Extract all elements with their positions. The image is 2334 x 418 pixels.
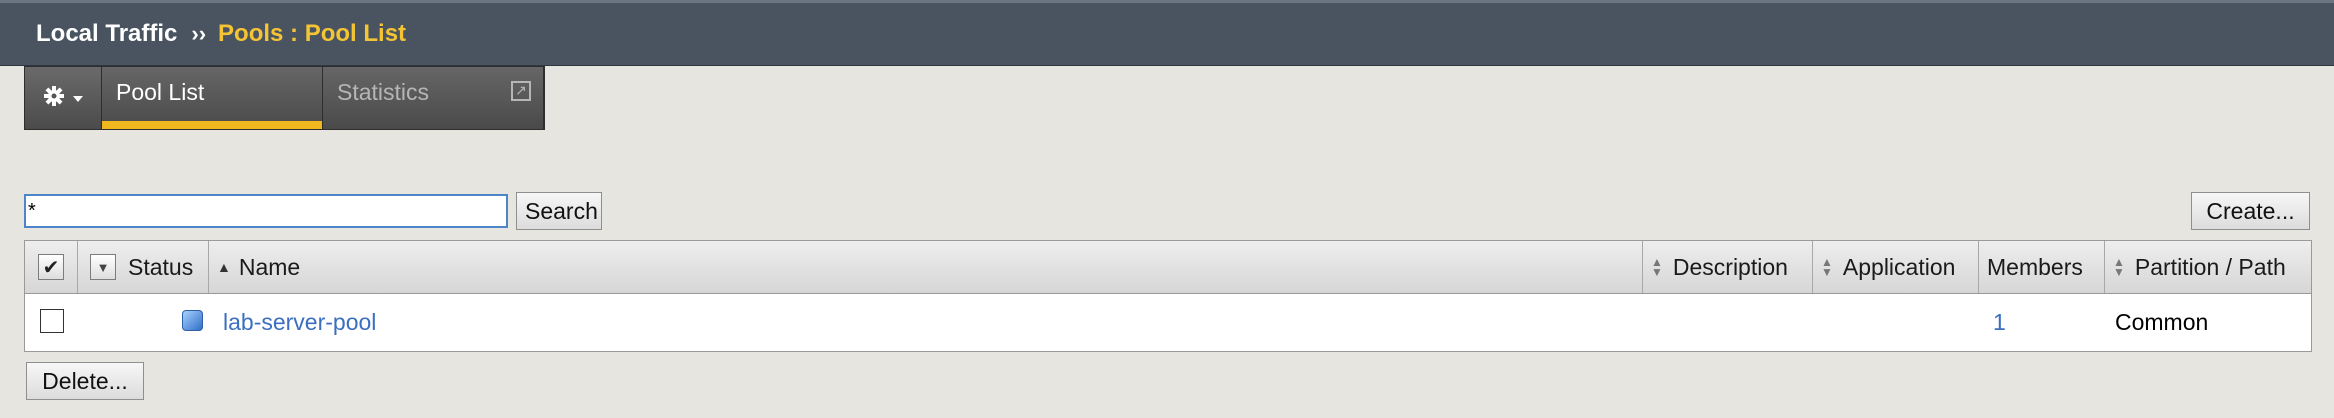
status-cell (78, 294, 209, 351)
options-menu-button[interactable] (25, 67, 102, 129)
status-filter-dropdown-icon[interactable]: ▼ (90, 254, 116, 280)
external-link-icon[interactable]: ↗ (511, 81, 531, 101)
description-header[interactable]: ▲ ▼ Description (1643, 241, 1813, 293)
sort-ascending-icon: ▲ (217, 259, 231, 275)
search-input[interactable] (24, 194, 508, 228)
tab-statistics[interactable]: Statistics ↗ (323, 67, 544, 129)
name-header-label: Name (238, 253, 301, 280)
partition-header[interactable]: ▲ ▼ Partition / Path (2105, 241, 2311, 293)
members-header: Members (1979, 241, 2105, 293)
create-button[interactable]: Create... (2191, 192, 2310, 230)
select-all-header: ✔ (25, 241, 78, 293)
row-checkbox[interactable] (39, 308, 64, 333)
breadcrumb-root[interactable]: Local Traffic (36, 20, 177, 48)
breadcrumb: Local Traffic ›› Pools : Pool List (0, 0, 2334, 66)
status-header-label: Status (128, 253, 194, 280)
description-header-label: Description (1672, 253, 1788, 280)
sort-icon: ▲ ▼ (1651, 255, 1663, 279)
partition-value: Common (2115, 309, 2209, 335)
available-status-icon (182, 310, 203, 331)
tab-label: Statistics (337, 79, 430, 105)
pool-table: ✔ ▼ Status ▲ Name ▲ ▼ Description ▲ ▼ Appl… (24, 240, 2312, 352)
description-cell (1643, 294, 1813, 351)
application-header-label: Application (1842, 253, 1956, 280)
row-select-cell (25, 294, 78, 351)
table-header: ✔ ▼ Status ▲ Name ▲ ▼ Description ▲ ▼ Appl… (25, 241, 2311, 294)
members-count-link[interactable]: 1 (1993, 309, 2006, 336)
application-header[interactable]: ▲ ▼ Application (1813, 241, 1979, 293)
page: Local Traffic ›› Pools : Pool List Pool … (0, 0, 2334, 418)
sort-icon: ▲ ▼ (1821, 255, 1833, 279)
tab-pool-list[interactable]: Pool List (102, 67, 323, 129)
partition-header-label: Partition / Path (2134, 253, 2286, 280)
application-cell (1813, 294, 1979, 351)
select-all-checkbox[interactable]: ✔ (38, 254, 64, 280)
sort-icon: ▲ ▼ (2113, 255, 2125, 279)
pool-name-link[interactable]: lab-server-pool (223, 309, 376, 336)
members-cell: 1 (1979, 294, 2105, 351)
members-header-label: Members (1987, 253, 2083, 280)
breadcrumb-current: Pools : Pool List (218, 20, 407, 47)
table-row: lab-server-pool 1 Common (25, 294, 2311, 351)
tab-strip: Pool List Statistics ↗ (24, 66, 545, 130)
gear-icon (43, 85, 65, 112)
name-cell: lab-server-pool (209, 294, 1643, 351)
chevron-down-icon (73, 89, 83, 107)
search-button[interactable]: Search (516, 192, 602, 230)
status-header[interactable]: ▼ Status (78, 241, 209, 293)
name-header[interactable]: ▲ Name (209, 241, 1643, 293)
partition-cell: Common (2105, 294, 2311, 351)
tab-label: Pool List (116, 79, 205, 105)
delete-button[interactable]: Delete... (26, 362, 144, 400)
breadcrumb-separator: ›› (191, 21, 207, 46)
